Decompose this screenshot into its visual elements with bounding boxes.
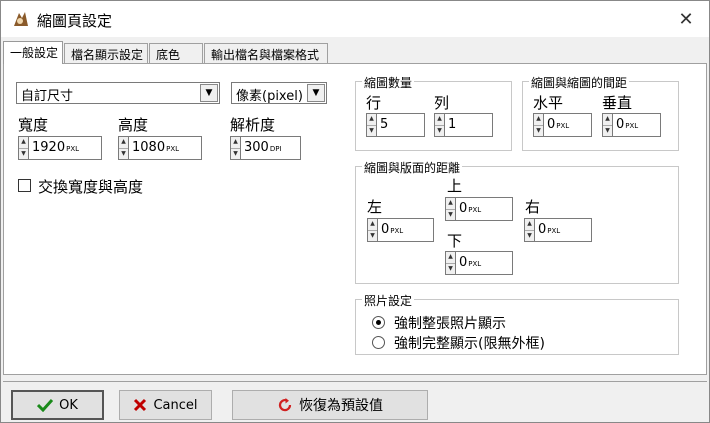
horizontal-input[interactable]: 0PXL bbox=[544, 113, 592, 137]
spin-arrows-icon[interactable]: ▲ ▼ bbox=[366, 113, 377, 137]
ok-button[interactable]: OK bbox=[11, 390, 104, 420]
thumb-spacing-group: 縮圖與縮圖的間距 水平 ▲ ▼ 0PXL 垂直 ▲ ▼ 0PXL bbox=[522, 74, 679, 151]
thumb-count-title: 縮圖數量 bbox=[362, 74, 415, 91]
reset-defaults-button[interactable]: 恢復為預設值 bbox=[232, 390, 428, 420]
swap-checkbox[interactable] bbox=[18, 179, 31, 192]
radio-fit-photo[interactable] bbox=[372, 336, 385, 349]
tab-filename-display[interactable]: 檔名顯示設定 bbox=[64, 43, 148, 63]
app-icon bbox=[14, 12, 28, 26]
size-preset-select[interactable]: 自訂尺寸 ▼ bbox=[16, 82, 220, 104]
reset-label: 恢復為預設值 bbox=[299, 398, 383, 414]
horizontal-label: 水平 bbox=[533, 94, 564, 112]
margin-bottom-input[interactable]: 0PXL bbox=[456, 251, 513, 275]
margin-top-stepper[interactable]: ▲ ▼ 0PXL bbox=[445, 197, 513, 221]
ok-label: OK bbox=[59, 397, 78, 413]
close-icon: ✕ bbox=[678, 8, 694, 30]
margin-group: 縮圖與版面的距離 左 ▲ ▼ 0PXL 上 ▲ ▼ 0PXL 下 ▲ ▼ 0PXL 右… bbox=[355, 159, 679, 284]
close-button[interactable]: ✕ bbox=[663, 1, 709, 37]
margin-right-label: 右 bbox=[525, 198, 541, 216]
rows-label: 行 bbox=[366, 94, 382, 112]
unit-select[interactable]: 像素(pixel) ▼ bbox=[231, 82, 327, 104]
margin-left-input[interactable]: 0PXL bbox=[378, 218, 434, 242]
radio-fill-photo[interactable] bbox=[372, 316, 385, 329]
photo-settings-group: 照片設定 強制整張照片顯示 強制完整顯示(限無外框) bbox=[355, 292, 679, 355]
spin-arrows-icon[interactable]: ▲ ▼ bbox=[445, 251, 456, 275]
chevron-down-icon: ▼ bbox=[200, 84, 218, 102]
margin-left-stepper[interactable]: ▲ ▼ 0PXL bbox=[367, 218, 434, 242]
unit-value: 像素(pixel) bbox=[236, 89, 303, 104]
margin-right-stepper[interactable]: ▲ ▼ 0PXL bbox=[524, 218, 592, 242]
margin-top-label: 上 bbox=[447, 177, 463, 195]
spin-arrows-icon[interactable]: ▲ ▼ bbox=[602, 113, 613, 137]
spin-arrows-icon[interactable]: ▲ ▼ bbox=[118, 136, 129, 160]
cols-label: 列 bbox=[434, 94, 450, 112]
cols-input[interactable]: 1 bbox=[445, 113, 493, 137]
window-title: 縮圖頁設定 bbox=[37, 12, 113, 30]
cancel-button[interactable]: Cancel bbox=[119, 390, 212, 420]
resolution-stepper[interactable]: ▲ ▼ 300DPI bbox=[230, 136, 301, 160]
refresh-icon bbox=[278, 398, 292, 412]
width-input[interactable]: 1920PXL bbox=[29, 136, 102, 160]
dialog-window: 縮圖頁設定 ✕ 一般設定 檔名顯示設定 底色 輸出檔名與檔案格式 自訂尺寸 ▼ … bbox=[0, 0, 710, 423]
general-panel: 自訂尺寸 ▼ 像素(pixel) ▼ 寬度 ▲ ▼ 1920PXL 高度 ▲ ▼ 1… bbox=[3, 63, 707, 375]
margin-bottom-label: 下 bbox=[447, 232, 463, 250]
vertical-label: 垂直 bbox=[602, 94, 633, 112]
spin-arrows-icon[interactable]: ▲ ▼ bbox=[445, 197, 456, 221]
spin-arrows-icon[interactable]: ▲ ▼ bbox=[18, 136, 29, 160]
resolution-input[interactable]: 300DPI bbox=[241, 136, 301, 160]
margin-title: 縮圖與版面的距離 bbox=[362, 159, 463, 176]
footer-divider bbox=[3, 381, 707, 382]
tab-general[interactable]: 一般設定 bbox=[3, 41, 63, 64]
swap-label: 交換寬度與高度 bbox=[38, 178, 144, 196]
vertical-stepper[interactable]: ▲ ▼ 0PXL bbox=[602, 113, 661, 137]
margin-right-input[interactable]: 0PXL bbox=[535, 218, 592, 242]
radio-fill-photo-label: 強制整張照片顯示 bbox=[394, 316, 506, 332]
height-stepper[interactable]: ▲ ▼ 1080PXL bbox=[118, 136, 202, 160]
spin-arrows-icon[interactable]: ▲ ▼ bbox=[434, 113, 445, 137]
rows-stepper[interactable]: ▲ ▼ 5 bbox=[366, 113, 425, 137]
check-icon bbox=[37, 398, 54, 412]
margin-left-label: 左 bbox=[367, 198, 383, 216]
resolution-label: 解析度 bbox=[230, 116, 276, 134]
vertical-input[interactable]: 0PXL bbox=[613, 113, 661, 137]
cols-stepper[interactable]: ▲ ▼ 1 bbox=[434, 113, 493, 137]
rows-input[interactable]: 5 bbox=[377, 113, 425, 137]
chevron-down-icon: ▼ bbox=[307, 84, 325, 102]
spin-arrows-icon[interactable]: ▲ ▼ bbox=[367, 218, 378, 242]
tab-background[interactable]: 底色 bbox=[149, 43, 203, 63]
margin-bottom-stepper[interactable]: ▲ ▼ 0PXL bbox=[445, 251, 513, 275]
size-preset-value: 自訂尺寸 bbox=[21, 89, 74, 104]
radio-fit-photo-label: 強制完整顯示(限無外框) bbox=[394, 336, 545, 352]
spin-arrows-icon[interactable]: ▲ ▼ bbox=[230, 136, 241, 160]
height-label: 高度 bbox=[118, 116, 149, 134]
spin-arrows-icon[interactable]: ▲ ▼ bbox=[533, 113, 544, 137]
thumb-count-group: 縮圖數量 行 ▲ ▼ 5 列 ▲ ▼ 1 bbox=[355, 74, 512, 151]
horizontal-stepper[interactable]: ▲ ▼ 0PXL bbox=[533, 113, 592, 137]
thumb-spacing-title: 縮圖與縮圖的間距 bbox=[529, 74, 630, 91]
photo-settings-title: 照片設定 bbox=[362, 292, 415, 309]
width-label: 寬度 bbox=[18, 116, 49, 134]
height-input[interactable]: 1080PXL bbox=[129, 136, 202, 160]
spin-arrows-icon[interactable]: ▲ ▼ bbox=[524, 218, 535, 242]
width-stepper[interactable]: ▲ ▼ 1920PXL bbox=[18, 136, 102, 160]
title-bar: 縮圖頁設定 ✕ bbox=[1, 1, 709, 37]
x-icon bbox=[134, 398, 147, 412]
tab-output[interactable]: 輸出檔名與檔案格式 bbox=[204, 43, 328, 63]
cancel-label: Cancel bbox=[153, 397, 198, 413]
margin-top-input[interactable]: 0PXL bbox=[456, 197, 513, 221]
